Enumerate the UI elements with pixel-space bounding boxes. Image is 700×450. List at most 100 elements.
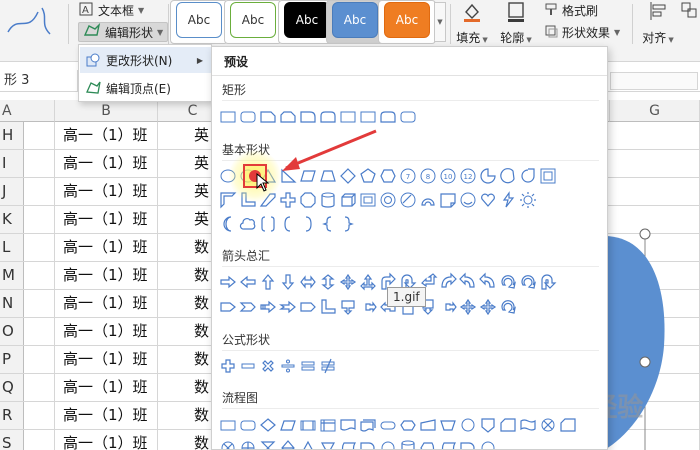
row-header[interactable]: L: [0, 234, 24, 261]
row-header[interactable]: M: [0, 262, 24, 289]
shape-option[interactable]: [358, 190, 378, 210]
row-header[interactable]: P: [0, 346, 24, 373]
shape-option[interactable]: [278, 297, 298, 317]
shape-option[interactable]: [358, 272, 378, 292]
shape-option[interactable]: [278, 166, 298, 186]
shape-option[interactable]: [278, 214, 298, 234]
shape-option[interactable]: [458, 438, 478, 449]
cell-a[interactable]: [24, 262, 55, 289]
cell-b[interactable]: 高一（1）班: [55, 150, 158, 177]
cell-a[interactable]: [24, 206, 55, 233]
shape-option[interactable]: [498, 272, 518, 292]
shape-option[interactable]: [358, 415, 378, 435]
shape-option[interactable]: [258, 214, 278, 234]
cell-b[interactable]: 高一（1）班: [55, 122, 158, 149]
shape-option[interactable]: [358, 107, 378, 127]
shape-option[interactable]: [538, 415, 558, 435]
shape-option[interactable]: 8: [418, 166, 438, 186]
shape-option[interactable]: [538, 166, 558, 186]
shape-option[interactable]: [278, 107, 298, 127]
shape-option[interactable]: [298, 356, 318, 376]
shape-option[interactable]: [238, 356, 258, 376]
shape-option[interactable]: [238, 415, 258, 435]
shape-option[interactable]: [378, 166, 398, 186]
shape-option[interactable]: [478, 190, 498, 210]
shape-option[interactable]: [218, 272, 238, 292]
shape-option[interactable]: [318, 107, 338, 127]
shape-option[interactable]: [218, 438, 238, 449]
shape-option[interactable]: [238, 214, 258, 234]
shape-option[interactable]: [278, 272, 298, 292]
shape-option[interactable]: [278, 356, 298, 376]
shape-option[interactable]: [498, 415, 518, 435]
shape-option[interactable]: [338, 166, 358, 186]
row-header[interactable]: H: [0, 122, 24, 149]
shape-style-4[interactable]: Abc: [332, 2, 378, 38]
cell-b[interactable]: 高一（1）班: [55, 206, 158, 233]
shape-option[interactable]: [338, 214, 358, 234]
shape-option[interactable]: [318, 415, 338, 435]
cell-a[interactable]: [24, 430, 55, 450]
shape-option[interactable]: [478, 415, 498, 435]
cell-b[interactable]: 高一（1）班: [55, 402, 158, 429]
selection-handle[interactable]: [639, 228, 651, 240]
textbox-button[interactable]: A 文本框 ▼: [78, 0, 144, 20]
curve-shapes-icon[interactable]: [4, 4, 54, 38]
shape-option[interactable]: 10: [438, 166, 458, 186]
cell-b[interactable]: 高一（1）班: [55, 262, 158, 289]
shape-option[interactable]: [318, 166, 338, 186]
shape-option[interactable]: [218, 297, 238, 317]
shape-option[interactable]: [398, 107, 418, 127]
cell-b[interactable]: 高一（1）班: [55, 234, 158, 261]
cell-b[interactable]: 高一（1）班: [55, 178, 158, 205]
edit-shape-button[interactable]: 编辑形状 ▼: [78, 22, 169, 42]
shape-option[interactable]: [298, 415, 318, 435]
shape-option[interactable]: [258, 272, 278, 292]
cell-g[interactable]: [610, 122, 700, 149]
formula-input[interactable]: [610, 72, 698, 90]
shape-option[interactable]: [278, 190, 298, 210]
align-button[interactable]: 对齐 ▼: [638, 0, 678, 46]
cell-a[interactable]: [24, 150, 55, 177]
shape-option[interactable]: [438, 415, 458, 435]
gallery-more-button[interactable]: ▼: [434, 2, 446, 42]
shape-style-1[interactable]: Abc: [176, 2, 222, 38]
cell-g[interactable]: [610, 150, 700, 177]
outline-button[interactable]: 轮廓 ▼: [496, 0, 536, 46]
shape-option[interactable]: [338, 107, 358, 127]
shape-option[interactable]: [238, 297, 258, 317]
row-header[interactable]: I: [0, 150, 24, 177]
shape-option[interactable]: [518, 166, 538, 186]
cell-b[interactable]: 高一（1）班: [55, 430, 158, 450]
column-header-b[interactable]: B: [55, 100, 158, 122]
shape-option[interactable]: [378, 415, 398, 435]
shape-option[interactable]: [418, 190, 438, 210]
shape-option[interactable]: [398, 415, 418, 435]
shape-style-2[interactable]: Abc: [230, 2, 276, 38]
format-painter-button[interactable]: 格式刷: [544, 0, 598, 20]
shape-option[interactable]: [238, 438, 258, 449]
shape-option[interactable]: [318, 356, 338, 376]
shape-option[interactable]: [538, 272, 558, 292]
shape-option[interactable]: [438, 272, 458, 292]
shape-option[interactable]: [458, 272, 478, 292]
shape-option[interactable]: [258, 107, 278, 127]
shape-option[interactable]: 7: [398, 166, 418, 186]
shape-option[interactable]: [478, 297, 498, 317]
shape-option[interactable]: [278, 438, 298, 449]
cell-a[interactable]: [24, 374, 55, 401]
shape-option[interactable]: [318, 438, 338, 449]
shape-option[interactable]: [558, 415, 578, 435]
shape-option[interactable]: [458, 190, 478, 210]
menu-item-edit-points[interactable]: 编辑顶点(E): [80, 75, 211, 101]
shape-option[interactable]: [478, 166, 498, 186]
cell-g[interactable]: [610, 178, 700, 205]
shape-option[interactable]: [318, 272, 338, 292]
shape-option[interactable]: [298, 214, 318, 234]
shape-option[interactable]: [218, 415, 238, 435]
shape-option[interactable]: [498, 297, 518, 317]
row-header[interactable]: J: [0, 178, 24, 205]
shape-option[interactable]: [258, 297, 278, 317]
shape-option[interactable]: [218, 107, 238, 127]
row-header[interactable]: O: [0, 318, 24, 345]
